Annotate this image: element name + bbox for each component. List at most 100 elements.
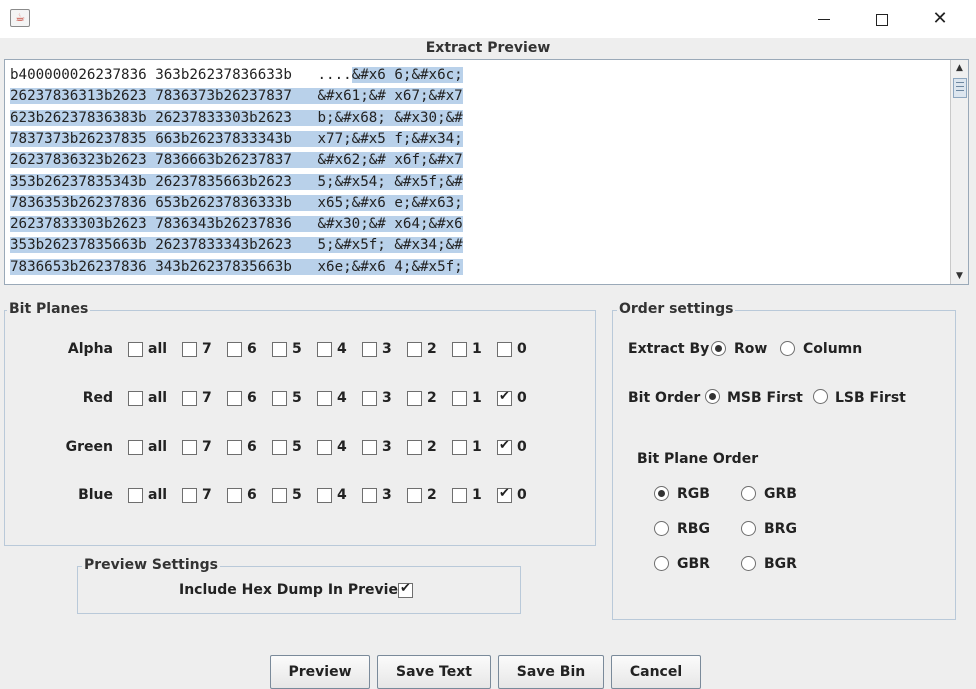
bit-checkbox-red-5[interactable] — [272, 391, 287, 406]
bit-checkbox-blue-4[interactable] — [317, 488, 332, 503]
bit-plane-order-label-bgr: BGR — [764, 556, 797, 572]
maximize-button[interactable] — [853, 0, 911, 38]
bit-checkbox-green-2[interactable] — [407, 440, 422, 455]
bit-plane-order-radio-rbg[interactable] — [654, 521, 669, 536]
bit-checkbox-alpha-0[interactable] — [497, 342, 512, 357]
bit-order-lsb-radio[interactable] — [813, 389, 828, 404]
scroll-thumb[interactable] — [953, 78, 967, 98]
bit-checkbox-red-2[interactable] — [407, 391, 422, 406]
bit-plane-order-label-grb: GRB — [764, 486, 797, 502]
bit-checkbox-green-1[interactable] — [452, 440, 467, 455]
hex-column: 26237836313b2623 7836373b26237837 — [10, 88, 292, 105]
hex-dump-row: 26237836323b2623 7836663b26237837 &#x62;… — [10, 150, 463, 171]
bit-checkbox-alpha-4[interactable] — [317, 342, 332, 357]
bit-checkbox-green-4[interactable] — [317, 440, 332, 455]
bit-checkbox-green-5[interactable] — [272, 440, 287, 455]
save-bin-button[interactable]: Save Bin — [498, 655, 604, 689]
bit-checkbox-alpha-all[interactable] — [128, 342, 143, 357]
bit-checkbox-red-0[interactable] — [497, 389, 512, 406]
save-text-button[interactable]: Save Text — [377, 655, 491, 689]
hex-dump-row: 26237836313b2623 7836373b26237837 &#x61;… — [10, 86, 463, 107]
hex-dump-row: 353b26237835663b 26237833343b2623 5;&#x5… — [10, 235, 463, 256]
minimize-button[interactable] — [795, 0, 853, 38]
bit-label: 0 — [517, 341, 527, 357]
ascii-unselected — [308, 194, 318, 211]
bit-label: all — [148, 439, 168, 455]
hex-dump-row: 353b26237835343b 26237835663b2623 5;&#x5… — [10, 172, 463, 193]
bit-checkbox-green-7[interactable] — [182, 440, 197, 455]
bit-checkbox-blue-all[interactable] — [128, 488, 143, 503]
ascii-selected: &#x6 6;&#x6c; — [351, 67, 463, 83]
bit-plane-order-radio-gbr[interactable] — [654, 556, 669, 571]
close-icon: ✕ — [932, 8, 948, 29]
bit-checkbox-alpha-1[interactable] — [452, 342, 467, 357]
preview-text-area[interactable]: b400000026237836 363b26237836633b ....&#… — [4, 59, 969, 285]
ascii-unselected — [308, 173, 318, 190]
include-hex-dump-checkbox[interactable] — [398, 581, 413, 598]
ascii-unselected — [308, 216, 318, 233]
extract-by-column-radio[interactable] — [780, 341, 795, 356]
bit-label: 0 — [517, 487, 527, 503]
scroll-up-arrow-icon[interactable]: ▲ — [951, 60, 968, 76]
bit-checkbox-blue-1[interactable] — [452, 488, 467, 503]
bit-checkbox-red-6[interactable] — [227, 391, 242, 406]
bit-checkbox-red-1[interactable] — [452, 391, 467, 406]
bit-label: 2 — [427, 341, 437, 357]
bit-order-label: Bit Order — [628, 390, 701, 406]
bit-plane-order-label-rgb: RGB — [677, 486, 710, 502]
bit-checkbox-blue-7[interactable] — [182, 488, 197, 503]
bit-label: 3 — [382, 439, 392, 455]
hex-dump-row: b400000026237836 363b26237836633b ....&#… — [10, 65, 463, 86]
bit-checkbox-blue-6[interactable] — [227, 488, 242, 503]
bit-checkbox-red-7[interactable] — [182, 391, 197, 406]
bit-label: 6 — [247, 390, 257, 406]
bit-plane-order-radio-brg[interactable] — [741, 521, 756, 536]
bit-checkbox-green-0[interactable] — [497, 438, 512, 455]
bit-label: 6 — [247, 439, 257, 455]
ascii-selected: 5;&#x5f; &#x34;&# — [317, 237, 463, 254]
ascii-selected: x65;&#x6 e;&#x63; — [317, 194, 463, 211]
bit-checkbox-alpha-6[interactable] — [227, 342, 242, 357]
hex-dump-row: 7837373b26237835 663b26237833343b x77;&#… — [10, 129, 463, 150]
ascii-selected: &#x30;&# x64;&#x6 — [317, 216, 463, 233]
cancel-button[interactable]: Cancel — [611, 655, 701, 689]
bit-label: 1 — [472, 487, 482, 503]
hex-column: 623b26237836383b 26237833303b2623 — [10, 109, 292, 126]
hex-column: 7837373b26237835 663b26237833343b — [10, 130, 292, 147]
bit-checkbox-blue-3[interactable] — [362, 488, 377, 503]
bit-checkbox-alpha-5[interactable] — [272, 342, 287, 357]
ascii-selected: 5;&#x54; &#x5f;&# — [317, 173, 463, 190]
bit-label: 4 — [337, 439, 347, 455]
bit-checkbox-blue-2[interactable] — [407, 488, 422, 503]
vertical-scrollbar[interactable]: ▲ ▼ — [950, 60, 968, 284]
bit-label: 4 — [337, 390, 347, 406]
bit-plane-order-radio-bgr[interactable] — [741, 556, 756, 571]
bit-checkbox-blue-5[interactable] — [272, 488, 287, 503]
ascii-unselected — [308, 109, 318, 126]
bit-checkbox-alpha-3[interactable] — [362, 342, 377, 357]
preview-button[interactable]: Preview — [270, 655, 370, 689]
bit-label: 2 — [427, 487, 437, 503]
bit-order-lsb-label: LSB First — [835, 390, 906, 406]
bit-plane-order-radio-rgb[interactable] — [654, 486, 669, 501]
bit-plane-order-radio-grb[interactable] — [741, 486, 756, 501]
bit-label: all — [148, 390, 168, 406]
extract-by-row-radio[interactable] — [711, 341, 726, 356]
bit-label: 5 — [292, 487, 302, 503]
bit-checkbox-green-3[interactable] — [362, 440, 377, 455]
bit-checkbox-blue-0[interactable] — [497, 486, 512, 503]
bit-checkbox-green-6[interactable] — [227, 440, 242, 455]
title-bar: ☕ ✕ — [0, 0, 976, 38]
close-button[interactable]: ✕ — [911, 0, 969, 38]
bit-checkbox-red-4[interactable] — [317, 391, 332, 406]
minimize-icon — [818, 18, 830, 21]
bit-checkbox-alpha-2[interactable] — [407, 342, 422, 357]
bit-plane-order-label-brg: BRG — [764, 521, 797, 537]
bit-label: 3 — [382, 390, 392, 406]
bit-checkbox-alpha-7[interactable] — [182, 342, 197, 357]
bit-order-msb-radio[interactable] — [705, 389, 720, 404]
scroll-down-arrow-icon[interactable]: ▼ — [951, 268, 968, 284]
bit-checkbox-red-3[interactable] — [362, 391, 377, 406]
bit-checkbox-green-all[interactable] — [128, 440, 143, 455]
bit-checkbox-red-all[interactable] — [128, 391, 143, 406]
